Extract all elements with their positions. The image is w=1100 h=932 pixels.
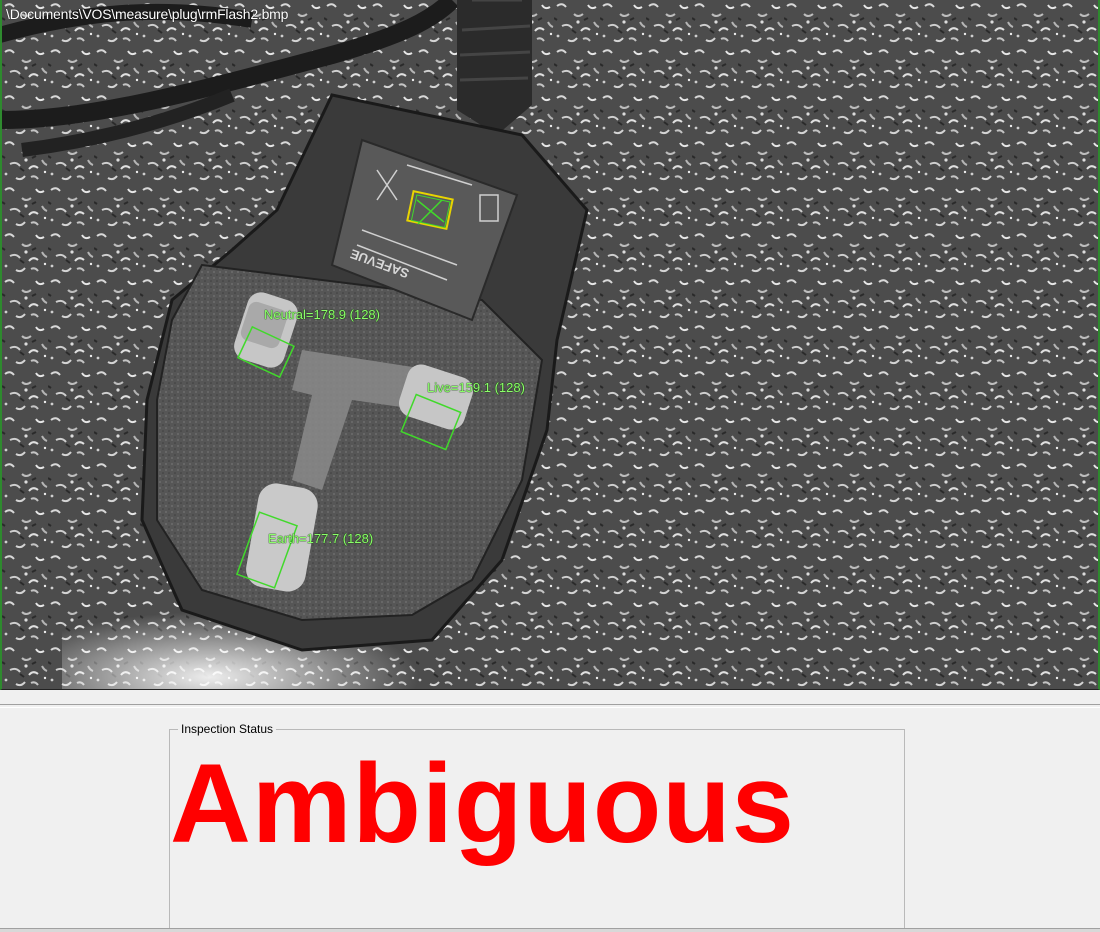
image-path-label: \Documents\VOS\measure\plug\rmFlash2.bmp (6, 6, 289, 22)
roi-label-neutral: Neutral=178.9 (128) (264, 307, 380, 322)
image-viewer[interactable]: SAFEVUE \Documents\VOS\measure\plug\rmFl… (0, 0, 1100, 690)
window-bottom-edge (0, 928, 1100, 932)
camera-image: SAFEVUE (2, 0, 1098, 689)
status-text: Ambiguous (170, 741, 795, 866)
inspection-status-group: Inspection Status Ambiguous (169, 722, 905, 931)
group-title: Inspection Status (178, 722, 277, 736)
panel-divider (0, 704, 1100, 708)
roi-label-live: Live=159.1 (128) (427, 380, 525, 395)
roi-label-earth: Earth=177.7 (128) (268, 531, 374, 546)
